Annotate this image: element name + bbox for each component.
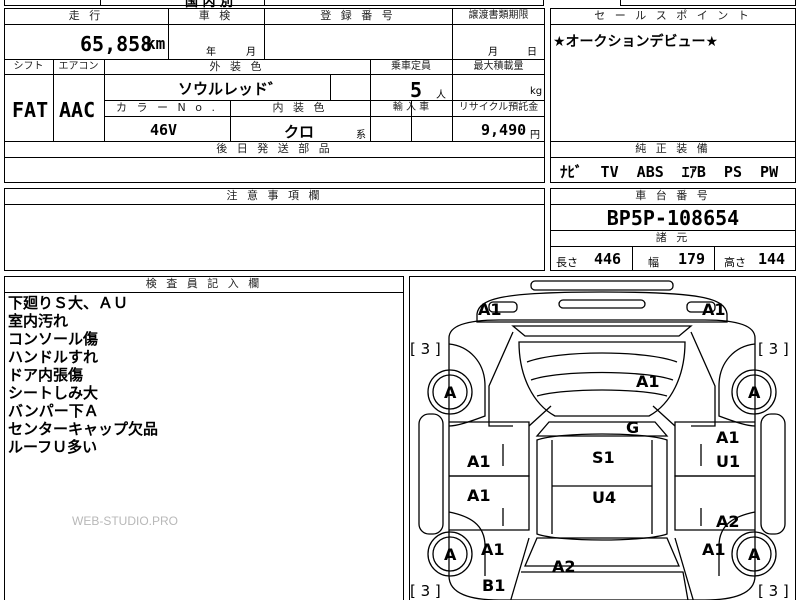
inspector-note: センターキャップ欠品: [8, 420, 159, 438]
mileage-value: 65,858: [80, 32, 153, 56]
spec-width-label: 幅: [648, 256, 659, 269]
roof-rear-label: U4: [592, 488, 617, 507]
inspector-note: バンパー下Ａ: [8, 402, 99, 420]
tire-count-bottom-right: [ 3 ]: [758, 582, 789, 600]
rear-bumper-left-label: B1: [482, 576, 506, 595]
mileage-unit: km: [146, 34, 166, 53]
inspection-year-unit: 年: [206, 47, 216, 58]
spec-width-value: 179: [678, 250, 706, 268]
capacity-unit: 人: [436, 90, 446, 101]
capacity-value: 5: [410, 78, 423, 102]
recycle-unit: 円: [530, 130, 540, 141]
interior-unit: 系: [356, 130, 366, 141]
hood-label: A1: [636, 372, 660, 391]
interior-header: 内 装 色: [272, 101, 328, 114]
sales-points-text: ★オークションデビュー★: [553, 34, 719, 50]
exterior-value: ソウルレッド゛: [178, 80, 284, 98]
spec-length-value: 446: [594, 250, 622, 268]
door-rear-left-label: A1: [467, 486, 491, 505]
spec-height-label: 高さ: [724, 256, 746, 269]
interior-value: クロ: [284, 123, 315, 141]
max-load-header: 最大積載量: [473, 61, 524, 72]
quarter-left-label: A1: [481, 540, 505, 559]
windshield-label: G: [626, 418, 640, 437]
fender-right-label: A1: [716, 428, 740, 447]
capacity-header: 乗車定員: [391, 61, 431, 72]
inspection-header: 車 検: [198, 9, 234, 22]
import-header: 輸 入 車: [392, 102, 430, 113]
specs-header: 諸 元: [655, 231, 691, 244]
quarter-right-label: A1: [702, 540, 726, 559]
registration-header: 登 録 番 号: [320, 9, 396, 22]
color-no-header: カ ラ ー N o .: [116, 101, 218, 114]
shift-value: FAT: [12, 98, 49, 122]
tire-count-top-right: [ 3 ]: [758, 340, 789, 358]
front-left-label: A1: [478, 300, 502, 319]
wheel-rear-right-label: A: [748, 545, 761, 564]
top-strip: [4, 0, 544, 6]
shift-header: シフト: [13, 61, 44, 72]
door-front-right-label: U1: [716, 452, 741, 471]
inspector-note: ハンドルすれ: [8, 348, 99, 366]
wheel-front-right-label: A: [748, 383, 761, 402]
transfer-header: 譲渡書類期限: [468, 10, 529, 21]
front-right-label: A1: [702, 300, 726, 319]
inspector-note: コンソール傷: [8, 330, 99, 348]
max-load-unit: kg: [530, 86, 543, 97]
aircon-value: AAC: [59, 98, 96, 122]
recycle-header: リサイクル預託金: [458, 102, 539, 113]
inspector-note: ルーフＵ多い: [8, 438, 98, 456]
roof-front-label: S1: [592, 448, 615, 467]
aircon-header: エアコン: [58, 61, 99, 72]
equipment-value: ﾅﾋﾞ TV ABS ｴｱB PS PW: [560, 163, 779, 181]
recycle-value: 9,490: [481, 121, 527, 139]
inspector-note: 下廻りＳ大、ＡＵ: [8, 294, 129, 312]
mileage-header: 走 行: [68, 9, 104, 22]
wheel-front-left-label: A: [444, 383, 457, 402]
transfer-day-unit: 日: [527, 47, 537, 58]
later-parts-header: 後 日 発 送 部 品: [216, 142, 333, 155]
wheel-rear-left-label: A: [444, 545, 457, 564]
spec-height-value: 144: [758, 250, 786, 268]
caution-header: 注 意 事 項 欄: [226, 189, 323, 202]
chassis-header: 車 台 番 号: [635, 189, 711, 202]
sales-points-header: セ ー ル ス ポ イ ン ト: [594, 9, 752, 22]
door-front-left-label: A1: [467, 452, 491, 471]
watermark: WEB-STUDIO.PRO: [72, 514, 179, 528]
inspector-note: 室内汚れ: [8, 312, 69, 330]
color-no-value: 46V: [150, 121, 178, 139]
tire-count-top-left: [ 3 ]: [410, 340, 441, 358]
equipment-header: 純 正 装 備: [635, 142, 711, 155]
tire-count-bottom-left: [ 3 ]: [410, 582, 441, 600]
inspector-header: 検 査 員 記 入 欄: [145, 277, 263, 290]
trunk-label: A2: [552, 557, 576, 576]
door-rear-right-label: A2: [716, 512, 740, 531]
exterior-header: 外 装 色: [209, 60, 265, 73]
inspector-note: シートしみ大: [8, 384, 99, 402]
chassis-value: BP5P-108654: [606, 206, 740, 230]
inspector-note: ドア内張傷: [8, 366, 84, 384]
spec-length-label: 長さ: [556, 256, 578, 269]
transfer-month-unit: 月: [488, 47, 498, 58]
inspection-month-unit: 月: [246, 47, 256, 58]
